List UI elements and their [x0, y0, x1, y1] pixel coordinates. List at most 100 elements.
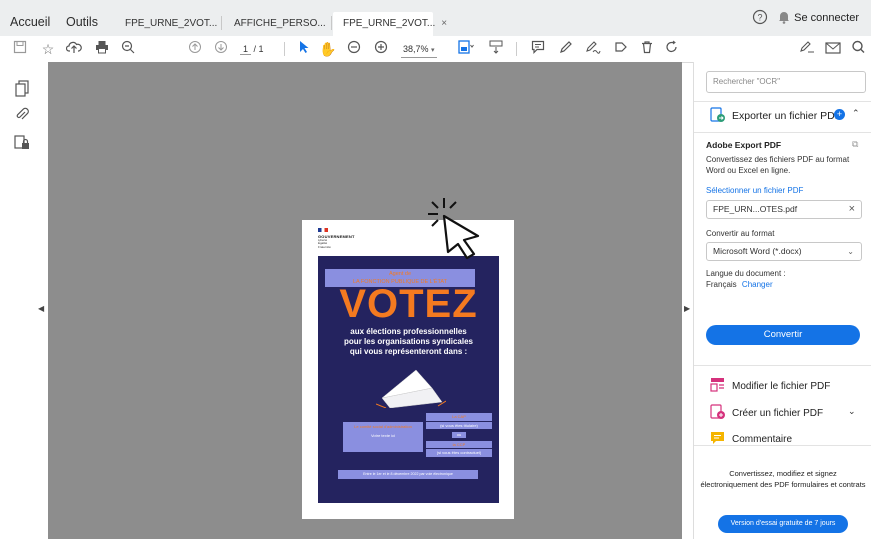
pen-share-icon[interactable]: [797, 36, 817, 62]
comment-icon[interactable]: [528, 36, 548, 62]
rotate-icon[interactable]: [662, 36, 682, 62]
create-pdf-icon: [710, 404, 726, 420]
nav-tools[interactable]: Outils: [66, 0, 98, 36]
cap-ccp-block: La CAP (si vous êtes titulaire) ou la CC…: [426, 413, 492, 463]
trash-icon[interactable]: [637, 36, 657, 62]
poster-subtitle: aux élections professionnelles pour les …: [318, 327, 499, 357]
attachment-icon[interactable]: [12, 106, 32, 126]
zoom-level-select[interactable]: 38,7% ▾: [401, 41, 437, 58]
csa-body: Votre texte ici: [370, 432, 395, 438]
zoom-out-search-icon[interactable]: [118, 36, 138, 62]
search-people-icon[interactable]: [849, 36, 869, 62]
star-icon[interactable]: ☆: [38, 36, 58, 62]
click-cursor-icon: [420, 196, 486, 265]
page-total: / 1: [253, 44, 264, 54]
language-label: Langue du document :: [706, 269, 786, 278]
tool-create-pdf[interactable]: Créer un fichier PDF: [732, 408, 823, 419]
chevron-down-icon: ▾: [431, 47, 435, 54]
edit-pdf-icon: [710, 377, 726, 393]
toolbar-divider: [284, 42, 285, 56]
fit-page-icon[interactable]: [456, 36, 476, 62]
subtitle-line-2: pour les organisations syndicales: [344, 337, 473, 346]
change-language-link[interactable]: Changer: [742, 280, 773, 289]
section-description: Convertissez des fichiers PDF au format …: [706, 155, 850, 175]
next-page-icon[interactable]: [211, 36, 231, 62]
zoom-out-icon[interactable]: [344, 36, 364, 62]
print-icon[interactable]: [92, 36, 112, 62]
banner-line-1: Agent de: [388, 271, 412, 277]
cap-body: (si vous êtes titulaire): [426, 421, 492, 429]
mail-icon[interactable]: [823, 36, 843, 62]
scroll-mode-icon[interactable]: [486, 36, 506, 62]
envelope-illustration: [375, 364, 447, 411]
tool-edit-pdf[interactable]: Modifier le fichier PDF: [732, 381, 830, 392]
select-file-link[interactable]: Sélectionner un fichier PDF: [706, 186, 803, 195]
select-arrow-icon[interactable]: [294, 36, 314, 62]
convert-button[interactable]: Convertir: [706, 325, 860, 345]
or-label: ou: [452, 432, 466, 438]
sign-icon[interactable]: [583, 36, 603, 62]
tab-document-1[interactable]: FPE_URNE_2VOT...: [115, 12, 220, 36]
copy-icon[interactable]: ⧉: [852, 139, 858, 150]
document-viewport[interactable]: ◀ ▶ GOUVERNEMENT Liberté Égalité Fratern…: [38, 62, 690, 539]
ccp-title: la CCP: [426, 440, 492, 448]
toolbar: ☆ 1 / 1 ✋ 38,7% ▾: [0, 36, 871, 63]
left-tool-rail: [0, 62, 49, 539]
promo-text: Convertissez, modifiez et signez électro…: [700, 469, 866, 489]
add-circle-icon[interactable]: +: [834, 109, 845, 120]
language-row: Français Changer: [706, 280, 773, 289]
clear-file-icon[interactable]: ×: [849, 201, 855, 218]
export-pdf-label[interactable]: Exporter un fichier PDF: [732, 110, 841, 122]
zoom-in-icon[interactable]: [371, 36, 391, 62]
cap-title: La CAP: [426, 413, 492, 421]
ccp-body: (si vous êtes contractuel): [426, 449, 492, 457]
tab-separator: [221, 16, 222, 30]
csa-title: Le comité social d'administration: [354, 424, 412, 429]
close-tab-icon[interactable]: ×: [441, 18, 447, 29]
collapse-left-panel-icon[interactable]: ◀: [38, 304, 44, 313]
chevron-up-icon[interactable]: ⌃: [852, 108, 860, 119]
section-title: Adobe Export PDF: [706, 140, 782, 150]
divider: [694, 365, 871, 366]
export-pdf-icon: [710, 107, 726, 123]
selected-file-field: FPE_URN...OTES.pdf ×: [706, 200, 862, 219]
tab-document-2[interactable]: AFFICHE_PERSO...: [224, 12, 330, 36]
tab-document-3[interactable]: FPE_URNE_2VOT... ×: [333, 12, 447, 36]
subtitle-line-1: aux élections professionnelles: [350, 327, 467, 336]
highlight-pen-icon[interactable]: [556, 36, 576, 62]
help-icon[interactable]: ?: [751, 9, 769, 27]
subtitle-line-3: qui vous représenteront dans :: [349, 347, 468, 356]
right-panel: Rechercher "OCR" Exporter un fichier PDF…: [693, 62, 871, 540]
election-poster: Agent de LA FONCTION PUBLIQUE DE L'ÉTAT …: [318, 256, 499, 503]
tab-separator: [331, 16, 332, 30]
tab-label: AFFICHE_PERSO...: [234, 18, 326, 29]
language-value: Français: [706, 280, 737, 289]
nav-home[interactable]: Accueil: [10, 0, 50, 36]
search-input[interactable]: Rechercher "OCR": [706, 71, 866, 93]
sign-in-link[interactable]: Se connecter: [794, 8, 859, 28]
previous-page-icon[interactable]: [185, 36, 205, 62]
chevron-down-icon: ⌄: [847, 247, 854, 256]
flag-icon: [318, 228, 328, 232]
format-select[interactable]: Microsoft Word (*.docx) ⌄: [706, 242, 862, 261]
tool-comment[interactable]: Commentaire: [732, 434, 792, 445]
poster-headline: VOTEZ: [339, 282, 478, 326]
pages-icon[interactable]: [12, 80, 32, 100]
gov-motto-3: Fraternité: [318, 244, 331, 249]
chevron-down-icon[interactable]: ⌄: [848, 406, 856, 417]
fill-sign-icon[interactable]: [611, 36, 631, 62]
tab-label: FPE_URNE_2VOT...: [125, 18, 218, 29]
hand-tool-icon[interactable]: ✋: [318, 36, 338, 62]
toolbar-divider: [516, 42, 517, 56]
bell-icon[interactable]: [775, 9, 793, 27]
government-logo: GOUVERNEMENT Liberté Égalité Fraternité: [318, 228, 355, 249]
free-trial-button[interactable]: Version d'essai gratuite de 7 jours: [718, 515, 848, 533]
page-number-input[interactable]: 1: [240, 44, 252, 55]
poster-footer: Entre le 1er et le 8 décembre 2022 par v…: [338, 470, 478, 479]
document-lock-icon[interactable]: [12, 134, 32, 154]
upload-cloud-icon[interactable]: [64, 36, 84, 62]
tab-label: FPE_URNE_2VOT...: [343, 18, 436, 29]
collapse-right-panel-icon[interactable]: ▶: [684, 304, 690, 313]
save-icon[interactable]: [10, 36, 30, 62]
promo-area: Convertissez, modifiez et signez électro…: [694, 445, 871, 540]
